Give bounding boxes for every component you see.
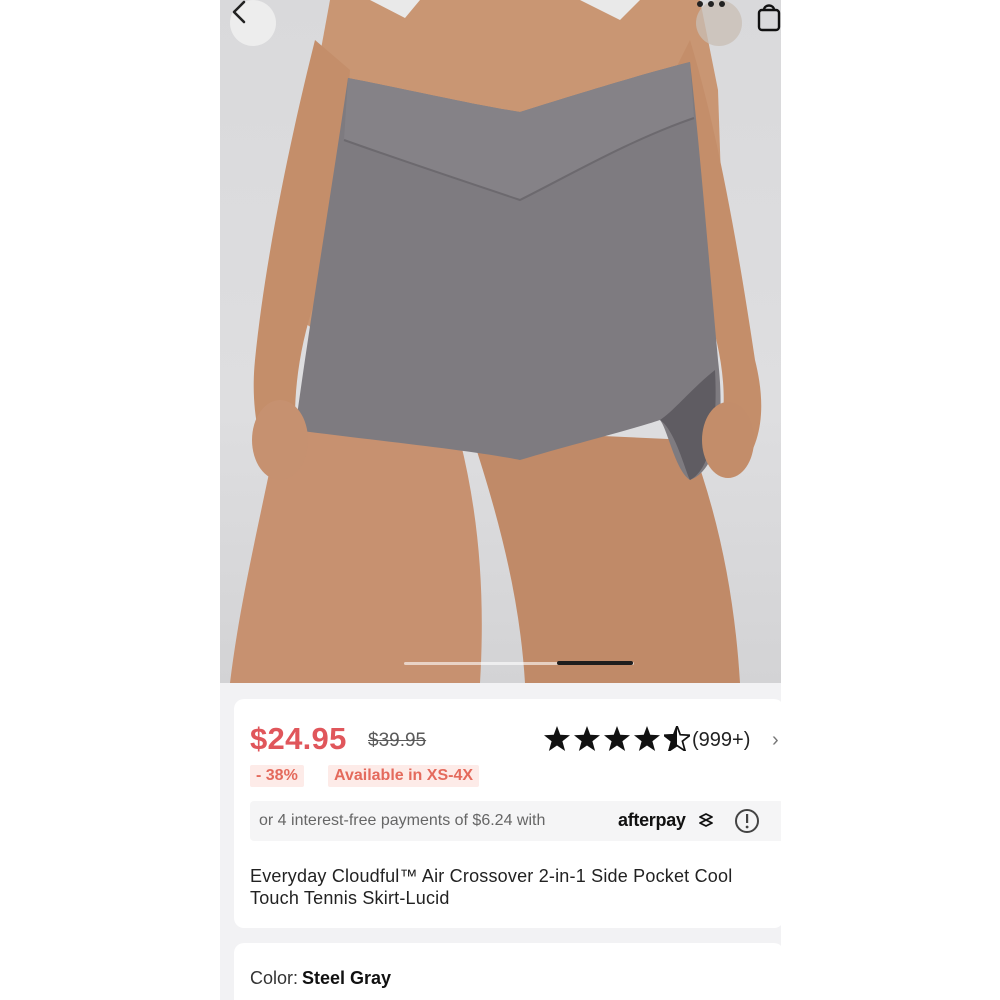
half-star-icon: [664, 726, 690, 751]
more-button[interactable]: [696, 0, 742, 46]
price-card: $24.95 $39.95 (999+) › - 38% Available i…: [234, 699, 781, 928]
chevron-right-icon[interactable]: ›: [772, 729, 779, 752]
afterpay-text: or 4 interest-free payments of $6.24 wit…: [259, 812, 546, 829]
star-icon: [574, 726, 600, 751]
color-value: Steel Gray: [302, 968, 392, 988]
rating-count[interactable]: (999+): [692, 729, 750, 752]
color-selector: Color: Steel Gray: [250, 968, 391, 989]
star-icon: [604, 726, 630, 751]
carousel-indicator: [557, 661, 633, 665]
info-icon[interactable]: [734, 808, 760, 839]
rating-stars[interactable]: [544, 726, 690, 751]
star-icon: [634, 726, 660, 751]
star-icon: [544, 726, 570, 751]
product-screen: $24.95 $39.95 (999+) › - 38% Available i…: [220, 0, 781, 1000]
availability-badge: Available in XS-4X: [328, 765, 480, 787]
original-price: $39.95: [368, 730, 427, 751]
color-card[interactable]: Color: Steel Gray: [234, 943, 781, 1000]
afterpay-arrows-icon: [698, 813, 714, 832]
product-image[interactable]: [220, 0, 781, 683]
current-price: $24.95: [250, 721, 347, 756]
discount-badge: - 38%: [250, 765, 304, 787]
back-button[interactable]: [230, 0, 276, 46]
chevron-left-icon: [232, 0, 246, 24]
shopping-bag-button[interactable]: [756, 0, 781, 46]
afterpay-row[interactable]: or 4 interest-free payments of $6.24 wit…: [250, 801, 781, 841]
product-title: Everyday Cloudful™ Air Crossover 2-in-1 …: [250, 866, 733, 908]
color-label: Color:: [250, 968, 299, 988]
product-photo-illustration: [230, 0, 762, 683]
more-dots-icon: [697, 1, 725, 7]
shopping-bag-icon: [757, 4, 781, 32]
afterpay-logo: afterpay: [618, 810, 686, 830]
